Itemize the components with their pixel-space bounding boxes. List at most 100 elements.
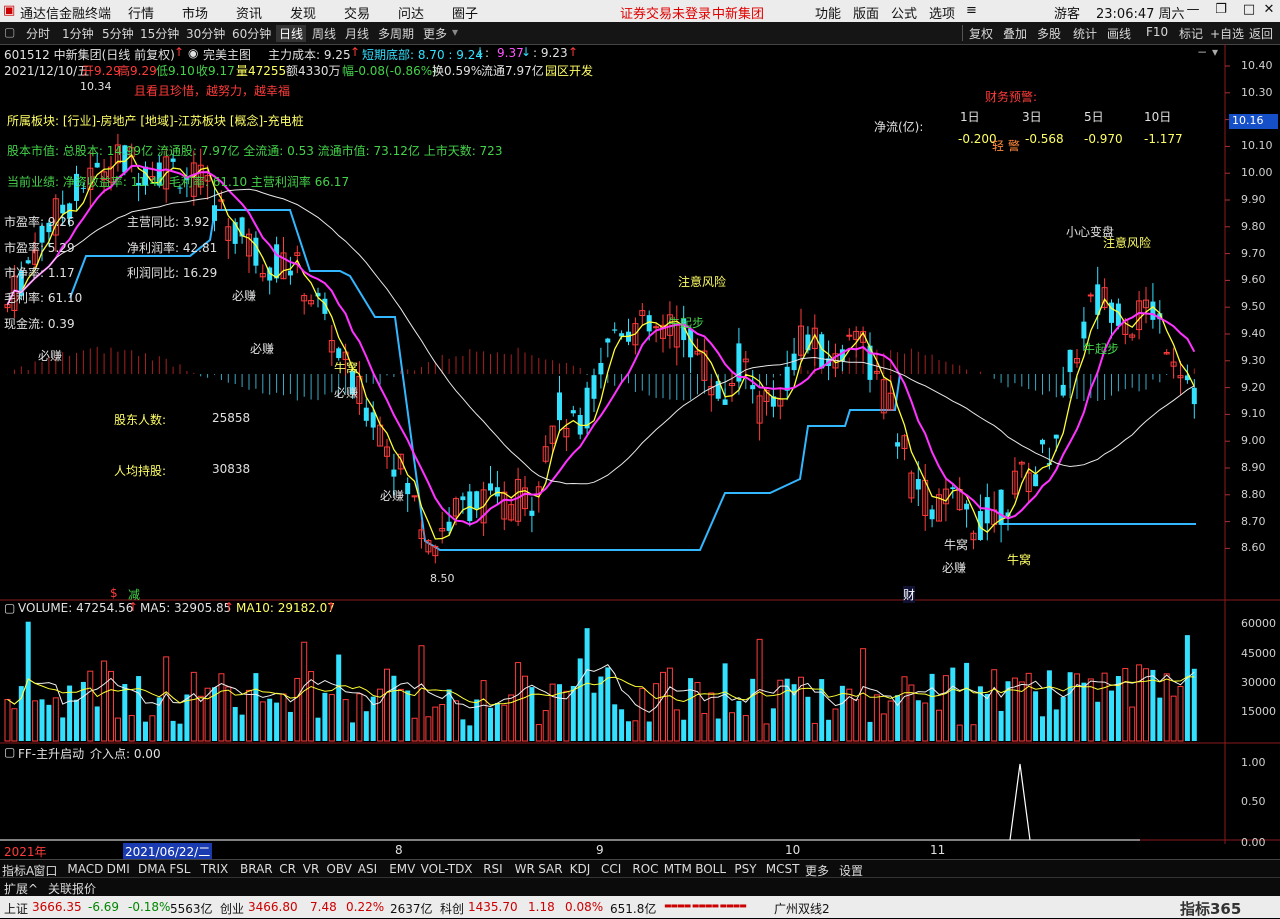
indicator-tab-6[interactable]: TRIX: [201, 862, 228, 876]
tool-duogu[interactable]: 多股: [1037, 25, 1061, 42]
app-logo-icon: ▣: [3, 3, 16, 18]
menu-banmian[interactable]: 版面: [853, 3, 879, 22]
price-tick: 9.30: [1241, 353, 1266, 367]
indicator-tab-4[interactable]: DMA: [138, 862, 166, 876]
period-fenshi[interactable]: 分时: [26, 25, 50, 42]
indicator-tab-15[interactable]: WR: [515, 862, 535, 876]
panel-icon[interactable]: ▢: [4, 601, 15, 615]
menu-dropdown-icon[interactable]: ≡: [966, 3, 977, 18]
volume-bar: [1025, 672, 1032, 742]
indicator-tab-18[interactable]: CCI: [601, 862, 621, 876]
cy-index-name[interactable]: 创业: [220, 900, 244, 917]
chevron-down-icon[interactable]: ▾: [1212, 45, 1218, 59]
indicator-tab-8[interactable]: CR: [279, 862, 296, 876]
menu-zixun[interactable]: 资讯: [236, 3, 262, 22]
gear-icon[interactable]: ◉: [188, 46, 198, 60]
indicator-tab-13[interactable]: VOL-TDX: [421, 862, 473, 876]
kline-chart[interactable]: [0, 44, 1280, 859]
panel-icon[interactable]: ▢: [4, 745, 15, 759]
indicator-tab-12[interactable]: EMV: [389, 862, 415, 876]
price-tick: 10.00: [1241, 166, 1273, 180]
menu-hangqing[interactable]: 行情: [128, 3, 154, 22]
indicator-tab-3[interactable]: DMI: [107, 862, 130, 876]
price-tick: 9.20: [1241, 380, 1266, 394]
period-5min[interactable]: 5分钟: [102, 25, 134, 42]
main-chart-name[interactable]: 完美主图: [203, 46, 251, 63]
volume-bar: [542, 710, 549, 742]
kc-index-value: 1435.70: [468, 900, 518, 914]
year-label: 2021年: [4, 845, 47, 859]
signal-careful: 小心变盘: [1066, 225, 1115, 239]
sh-index-name[interactable]: 上证: [4, 900, 28, 917]
candle-body: [460, 496, 466, 501]
period-60min[interactable]: 60分钟: [232, 25, 271, 42]
period-monthly[interactable]: 月线: [345, 25, 369, 42]
menu-xuanxiang[interactable]: 选项: [929, 3, 955, 22]
indicator-tab-22[interactable]: PSY: [734, 862, 756, 876]
indicator-tab-2[interactable]: MACD: [67, 862, 103, 876]
finance-marker: 财: [903, 586, 916, 603]
indicator-tab-23[interactable]: MCST: [766, 862, 800, 876]
tool-tongji[interactable]: 统计: [1073, 25, 1097, 42]
indicator-tab-9[interactable]: VR: [303, 862, 320, 876]
cursor-date: 2021/06/22/二: [123, 843, 213, 860]
tool-fanhui[interactable]: 返回: [1249, 25, 1273, 42]
volume-bar: [274, 702, 280, 741]
menu-gongshi[interactable]: 公式: [891, 3, 917, 22]
menu-faxian[interactable]: 发现: [290, 3, 316, 22]
candle-body: [591, 375, 597, 399]
period-5d: 5日: [1084, 110, 1104, 124]
tool-zixuan[interactable]: +自选: [1210, 25, 1244, 42]
candle-body: [570, 410, 576, 414]
indicator-tab-14[interactable]: RSI: [483, 862, 503, 876]
menu-gongneng[interactable]: 功能: [815, 3, 841, 22]
login-warning[interactable]: 证券交易未登录: [620, 3, 711, 22]
close-icon[interactable]: ✕: [1258, 2, 1280, 20]
candle-body: [819, 334, 825, 369]
indicator-tab-19[interactable]: ROC: [632, 862, 658, 876]
clock: 23:06:47 周六: [1096, 7, 1185, 22]
indicator-tab-10[interactable]: OBV: [326, 862, 352, 876]
volume-bar: [1046, 670, 1052, 741]
period-weekly[interactable]: 周线: [312, 25, 336, 42]
period-multi[interactable]: 多周期: [378, 25, 414, 42]
indicator-tab-20[interactable]: MTM: [664, 862, 692, 876]
user-label[interactable]: 游客: [1054, 3, 1080, 22]
menu-quanzi[interactable]: 圈子: [452, 3, 478, 22]
indicator-tab-7[interactable]: BRAR: [240, 862, 273, 876]
indicator-tab-16[interactable]: SAR: [538, 862, 562, 876]
menu-wenda[interactable]: 问达: [398, 3, 424, 22]
bar-volume: 量47255: [236, 64, 287, 78]
period-more[interactable]: 更多: [423, 25, 447, 42]
indicator-tab-21[interactable]: BOLL: [695, 862, 726, 876]
maximize-icon[interactable]: ❐: [1210, 2, 1232, 20]
server-name[interactable]: 广州双线2: [774, 900, 830, 917]
tool-f10[interactable]: F10: [1146, 25, 1168, 39]
indicator-tab-17[interactable]: KDJ: [570, 862, 591, 876]
menu-jiaoyi[interactable]: 交易: [344, 3, 370, 22]
indicator-tab-5[interactable]: FSL: [169, 862, 190, 876]
menu-shichang[interactable]: 市场: [182, 3, 208, 22]
tool-diejia[interactable]: 叠加: [1003, 25, 1027, 42]
kc-index-change: 1.18: [528, 900, 555, 914]
volume-bar: [1191, 668, 1197, 741]
panel-toggle-icon[interactable]: ▢: [4, 25, 15, 39]
period-1min[interactable]: 1分钟: [62, 25, 94, 42]
period-30min[interactable]: 30分钟: [186, 25, 225, 42]
chevron-down-icon[interactable]: ▾: [452, 25, 458, 39]
tool-huaxian[interactable]: 画线: [1107, 25, 1131, 42]
period-15min[interactable]: 15分钟: [140, 25, 179, 42]
related-quote-button[interactable]: 关联报价: [48, 880, 96, 897]
kc-index-name[interactable]: 科创: [440, 900, 464, 917]
tool-fuquan[interactable]: 复权: [969, 25, 993, 42]
restore-icon[interactable]: □: [1238, 2, 1260, 20]
up-arrow-icon: ↑: [224, 600, 235, 614]
minus-icon[interactable]: −: [1197, 45, 1207, 59]
expand-button[interactable]: 扩展^: [4, 880, 38, 897]
volume-bar: [970, 724, 977, 742]
tool-biaoji[interactable]: 标记: [1179, 25, 1203, 42]
minimize-icon[interactable]: —: [1182, 2, 1204, 20]
volume-bar: [729, 712, 735, 742]
indicator-tab-11[interactable]: ASI: [358, 862, 377, 876]
period-daily[interactable]: 日线: [276, 25, 307, 42]
